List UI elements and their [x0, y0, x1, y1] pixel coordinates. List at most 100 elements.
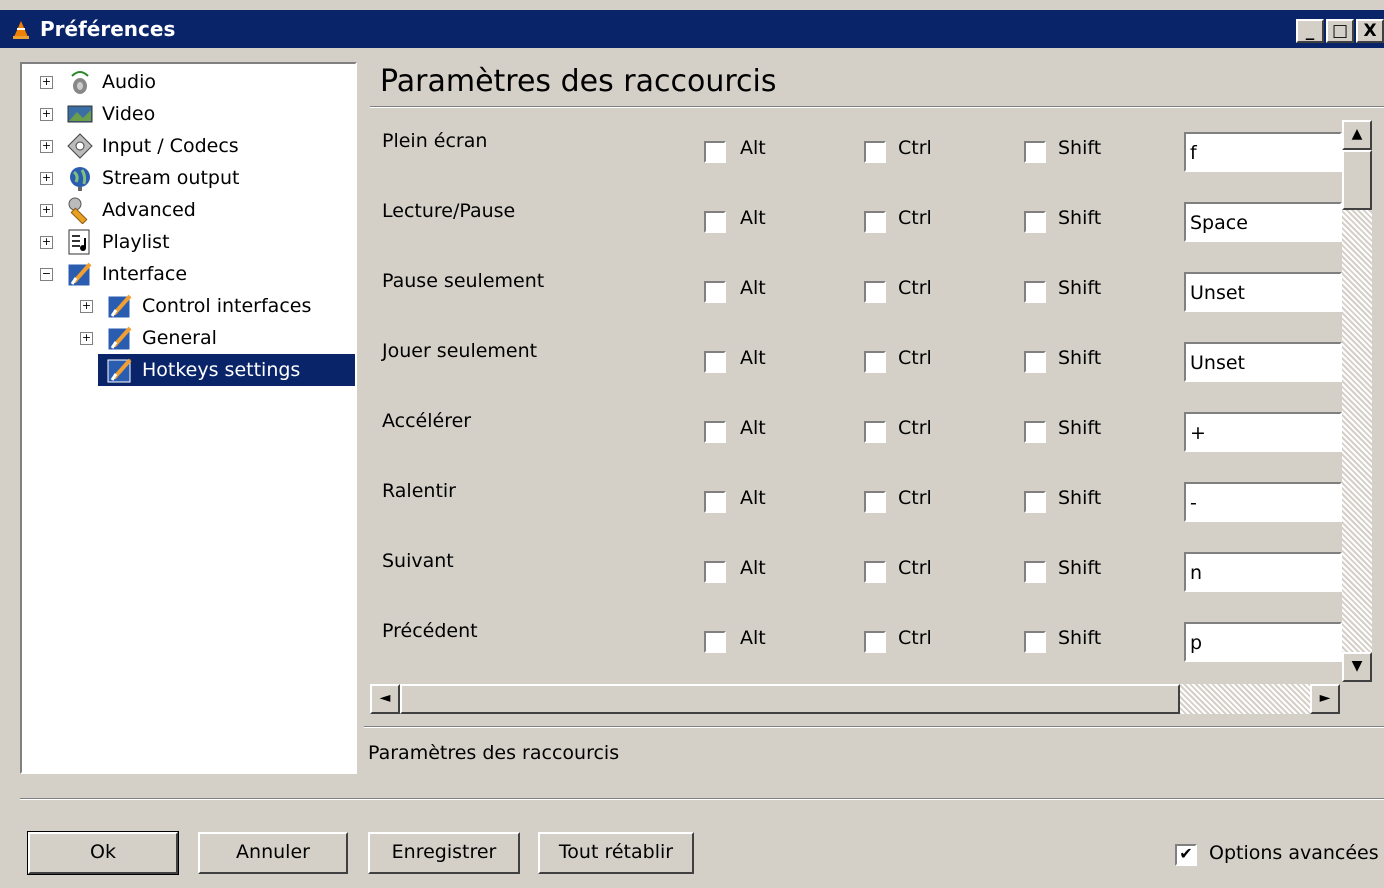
shift-checkbox[interactable] — [1024, 491, 1046, 513]
scroll-up-icon[interactable]: ▲ — [1342, 120, 1372, 150]
shift-checkbox[interactable] — [1024, 141, 1046, 163]
tree-item-video[interactable]: + Video — [22, 98, 355, 130]
reset-all-button[interactable]: Tout rétablir — [538, 832, 694, 874]
category-tree[interactable]: + Audio + Video + Input / Codecs + Strea… — [20, 62, 357, 774]
expand-icon[interactable]: + — [40, 108, 53, 121]
ok-button[interactable]: Ok — [27, 831, 179, 875]
shift-checkbox[interactable] — [1024, 561, 1046, 583]
tree-item-stream-output[interactable]: + Stream output — [22, 162, 355, 194]
tree-item-interface[interactable]: − Interface — [22, 258, 355, 290]
interface-icon — [67, 262, 92, 287]
shift-checkbox[interactable] — [1024, 281, 1046, 303]
scroll-left-icon[interactable]: ◄ — [370, 684, 400, 714]
hotkey-key-field[interactable]: Space — [1184, 202, 1342, 242]
expand-icon[interactable]: + — [80, 300, 93, 313]
expand-icon[interactable]: + — [80, 332, 93, 345]
alt-checkbox[interactable] — [704, 211, 726, 233]
hotkey-key-field[interactable]: f — [1184, 132, 1342, 172]
hotkey-key-field[interactable]: p — [1184, 622, 1342, 662]
ctrl-checkbox[interactable] — [864, 141, 886, 163]
tree-item-label: Advanced — [102, 199, 196, 221]
ctrl-checkbox[interactable] — [864, 281, 886, 303]
hotkey-key-field[interactable]: - — [1184, 482, 1342, 522]
window-title: Préférences — [40, 17, 176, 41]
tree-item-playlist[interactable]: + Playlist — [22, 226, 355, 258]
hotkey-action-label: Précédent — [382, 620, 478, 642]
scroll-right-icon[interactable]: ► — [1310, 684, 1340, 714]
alt-checkbox[interactable] — [704, 141, 726, 163]
tree-item-label: General — [142, 327, 217, 349]
alt-label: Alt — [740, 277, 766, 299]
horizontal-scroll-thumb[interactable] — [400, 684, 1180, 714]
ctrl-checkbox[interactable] — [864, 561, 886, 583]
hotkey-action-label: Suivant — [382, 550, 454, 572]
tree-item-audio[interactable]: + Audio — [22, 66, 355, 98]
ctrl-checkbox[interactable] — [864, 631, 886, 653]
vertical-scrollbar[interactable]: ▲ ▼ — [1342, 120, 1372, 682]
horizontal-scrollbar[interactable]: ◄ ► — [370, 684, 1340, 714]
interface-icon — [107, 358, 132, 383]
vertical-scroll-thumb[interactable] — [1342, 150, 1372, 210]
alt-label: Alt — [740, 487, 766, 509]
ctrl-label: Ctrl — [898, 557, 932, 579]
advanced-options-checkbox[interactable]: ✔ — [1175, 844, 1197, 866]
shift-label: Shift — [1058, 277, 1102, 299]
alt-checkbox[interactable] — [704, 491, 726, 513]
advanced-options-label: Options avancées — [1209, 842, 1379, 864]
expand-icon[interactable]: + — [40, 140, 53, 153]
close-button[interactable]: X — [1356, 19, 1384, 43]
hotkey-action-label: Plein écran — [382, 130, 488, 152]
scroll-down-icon[interactable]: ▼ — [1342, 652, 1372, 682]
description-divider — [364, 726, 1384, 728]
ctrl-label: Ctrl — [898, 207, 932, 229]
alt-checkbox[interactable] — [704, 561, 726, 583]
shift-checkbox[interactable] — [1024, 351, 1046, 373]
tree-item-control-interfaces[interactable]: + Control interfaces — [22, 290, 355, 322]
hotkey-key-field[interactable]: + — [1184, 412, 1342, 452]
hotkey-key-field[interactable]: Unset — [1184, 272, 1342, 312]
expand-icon[interactable]: + — [40, 76, 53, 89]
ctrl-checkbox[interactable] — [864, 421, 886, 443]
disc-icon — [67, 133, 93, 159]
alt-checkbox[interactable] — [704, 281, 726, 303]
shift-checkbox[interactable] — [1024, 421, 1046, 443]
tree-item-label: Video — [102, 103, 156, 125]
tree-item-hotkeys-settings[interactable]: Hotkeys settings — [98, 354, 355, 386]
tree-item-label: Input / Codecs — [102, 135, 239, 157]
hotkey-key-field[interactable]: Unset — [1184, 342, 1342, 382]
interface-icon — [107, 294, 132, 319]
ctrl-label: Ctrl — [898, 417, 932, 439]
alt-checkbox[interactable] — [704, 421, 726, 443]
collapse-icon[interactable]: − — [40, 268, 53, 281]
ctrl-label: Ctrl — [898, 137, 932, 159]
tree-item-label: Control interfaces — [142, 295, 312, 317]
page-title: Paramètres des raccourcis — [380, 64, 777, 99]
expand-icon[interactable]: + — [40, 204, 53, 217]
tree-item-general[interactable]: + General — [22, 322, 355, 354]
expand-icon[interactable]: + — [40, 172, 53, 185]
expand-icon[interactable]: + — [40, 236, 53, 249]
tree-item-input-codecs[interactable]: + Input / Codecs — [22, 130, 355, 162]
shift-checkbox[interactable] — [1024, 211, 1046, 233]
ctrl-checkbox[interactable] — [864, 211, 886, 233]
cancel-button[interactable]: Annuler — [198, 832, 348, 874]
hotkey-key-field[interactable]: n — [1184, 552, 1342, 592]
alt-checkbox[interactable] — [704, 631, 726, 653]
maximize-button[interactable]: □ — [1326, 19, 1354, 43]
ctrl-checkbox[interactable] — [864, 351, 886, 373]
tree-item-advanced[interactable]: + Advanced — [22, 194, 355, 226]
alt-label: Alt — [740, 557, 766, 579]
hotkey-action-label: Pause seulement — [382, 270, 545, 292]
shift-label: Shift — [1058, 557, 1102, 579]
title-divider — [370, 106, 1384, 108]
vlc-cone-icon — [13, 21, 29, 39]
save-button[interactable]: Enregistrer — [368, 832, 520, 874]
shift-label: Shift — [1058, 347, 1102, 369]
tree-item-label: Hotkeys settings — [142, 359, 301, 381]
alt-label: Alt — [740, 627, 766, 649]
ctrl-checkbox[interactable] — [864, 491, 886, 513]
video-icon — [67, 105, 93, 123]
shift-checkbox[interactable] — [1024, 631, 1046, 653]
minimize-button[interactable]: _ — [1296, 19, 1324, 43]
alt-checkbox[interactable] — [704, 351, 726, 373]
